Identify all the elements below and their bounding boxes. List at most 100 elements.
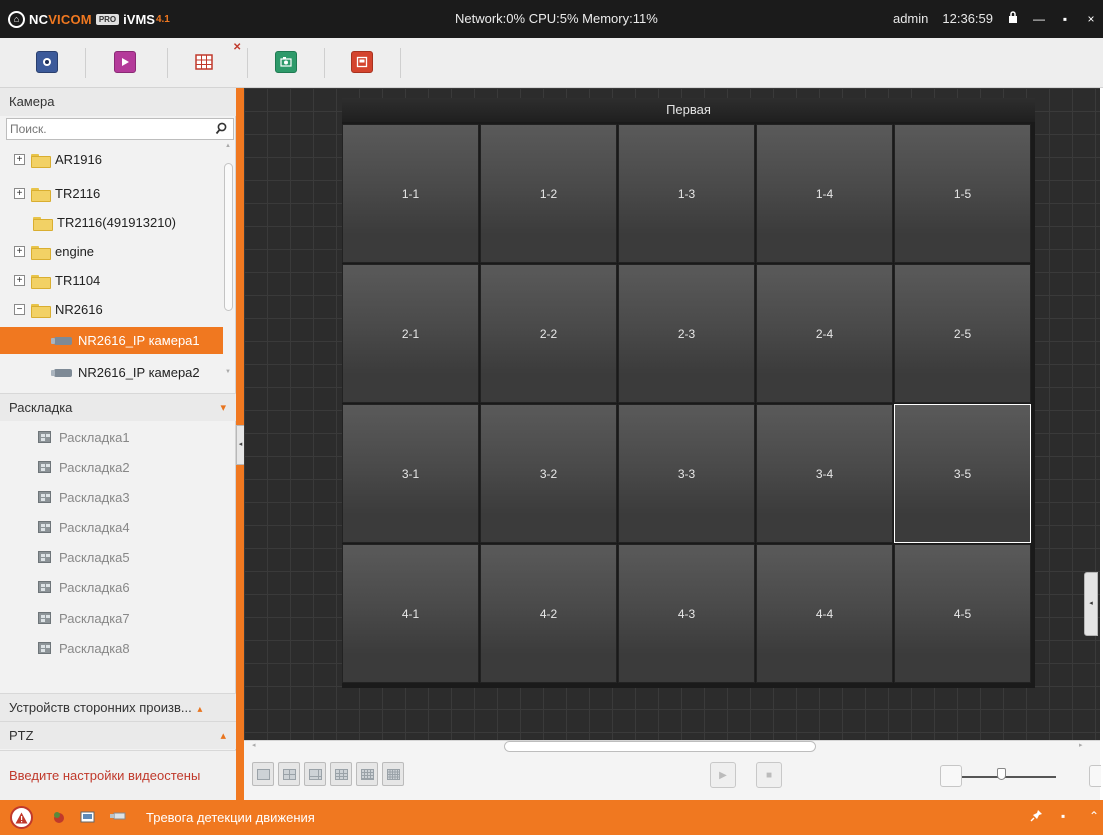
lock-icon[interactable] [1007,11,1019,26]
main-view-icon[interactable] [36,51,58,73]
restore-window-icon[interactable]: ▪ [1061,809,1065,823]
folder-icon [31,274,51,289]
tree-item-tr1104[interactable]: + TR1104 [0,267,220,294]
wall-cell-3-5[interactable]: 3-5 [894,404,1031,543]
wall-cell-3-2[interactable]: 3-2 [480,404,617,543]
expand-right-panel-icon[interactable]: ◂ [1084,572,1098,636]
tree-item-nr2616-ip-camera1[interactable]: NR2616_IP камера1 [0,327,223,354]
tree-scroll-thumb[interactable] [224,163,233,311]
wall-grid: 1-1 1-2 1-3 1-4 1-5 2-1 2-2 2-3 2-4 2-5 3-1 3-2 3-3 3… [342,124,1035,686]
split-16-icon[interactable] [356,762,378,786]
expand-icon[interactable]: + [14,188,25,199]
stop-button[interactable]: ■ [756,762,782,788]
video-wall-settings-button[interactable]: Введите настройки видеостены [0,750,236,800]
pin-icon[interactable] [1030,809,1043,825]
expand-icon[interactable]: + [14,154,25,165]
wall-cell-4-1[interactable]: 4-1 [342,544,479,683]
alarm-message[interactable]: Тревога детекции движения [146,810,315,825]
collapse-icon[interactable]: − [14,304,25,315]
video-wall-icon[interactable] [193,51,215,73]
split-1-icon[interactable] [252,762,274,786]
layout-section-header[interactable]: Раскладка ▾ [0,393,236,421]
playback-icon[interactable] [114,51,136,73]
alarm-sound-icon[interactable] [52,810,66,824]
minimize-icon[interactable]: — [1033,12,1045,26]
tree-item-nr2616-ip-camera2[interactable]: NR2616_IP камера2 [0,359,220,386]
layout-item-1[interactable]: Раскладка1 [38,424,130,450]
wall-cell-1-3[interactable]: 1-3 [618,124,755,263]
wall-cell-1-1[interactable]: 1-1 [342,124,479,263]
layout-icon [38,461,51,473]
tree-item-engine[interactable]: + engine [0,238,220,265]
horizontal-scrollbar[interactable]: ◂ ▸ [244,740,1100,752]
log-search-icon[interactable] [351,51,373,73]
alarm-popup-icon[interactable] [80,810,95,824]
expand-up-icon[interactable]: ⌃ [1089,809,1099,823]
event-management-icon[interactable] [275,51,297,73]
wall-cell-4-3[interactable]: 4-3 [618,544,755,683]
expand-icon[interactable]: + [14,246,25,257]
wall-cell-1-4[interactable]: 1-4 [756,124,893,263]
wall-cell-2-3[interactable]: 2-3 [618,264,755,403]
wall-cell-2-2[interactable]: 2-2 [480,264,617,403]
search-box [6,118,234,140]
wall-cell-3-4[interactable]: 3-4 [756,404,893,543]
chevron-up-icon[interactable]: ▴ [197,704,202,715]
split-9-icon[interactable] [330,762,352,786]
split-25-icon[interactable] [382,762,404,786]
layout-icon [38,431,51,443]
layout-icon [38,642,51,654]
camera-section-header[interactable]: Камера [0,88,236,116]
title-bar: ⌂ NCVICOM PRO iVMS 4.1 Network:0% CPU:5%… [0,0,1103,38]
layout-item-6[interactable]: Раскладка6 [38,574,130,600]
ptz-section-header[interactable]: PTZ ▴ [0,721,236,749]
wall-cell-2-4[interactable]: 2-4 [756,264,893,403]
layout-item-7[interactable]: Раскладка7 [38,605,130,631]
search-icon[interactable] [215,122,228,138]
wall-cell-4-2[interactable]: 4-2 [480,544,617,683]
layout-item-3[interactable]: Раскладка3 [38,484,130,510]
horizontal-scroll-thumb[interactable] [504,741,816,752]
layout-icon [38,491,51,503]
zoom-in-button[interactable] [1089,765,1101,787]
play-button[interactable]: ▶ [710,762,736,788]
chevron-up-icon[interactable]: ▴ [220,722,226,750]
tree-item-ar1916[interactable]: + AR1916 [0,146,220,173]
split-6-icon[interactable] [304,762,326,786]
maximize-icon[interactable]: ▪ [1059,12,1071,26]
zoom-slider-track[interactable] [962,776,1056,778]
close-tab-icon[interactable]: ✕ [233,42,241,53]
zoom-slider-handle[interactable] [997,768,1006,780]
tree-item-tr2116-491913210[interactable]: TR2116(491913210) [0,209,220,236]
wall-cell-3-1[interactable]: 3-1 [342,404,479,543]
layout-item-2[interactable]: Раскладка2 [38,454,130,480]
zoom-out-button[interactable] [940,765,962,787]
layout-item-5[interactable]: Раскладка5 [38,544,130,570]
wall-cell-4-5[interactable]: 4-5 [894,544,1031,683]
wall-cell-2-1[interactable]: 2-1 [342,264,479,403]
alarm-warning-icon[interactable] [10,806,33,829]
chevron-down-icon[interactable]: ▾ [220,394,226,422]
wall-cell-2-5[interactable]: 2-5 [894,264,1031,403]
layout-icon [38,581,51,593]
logo-pro-badge: PRO [95,13,120,25]
wall-cell-1-2[interactable]: 1-2 [480,124,617,263]
wall-cell-3-3[interactable]: 3-3 [618,404,755,543]
user-name[interactable]: admin [893,11,928,26]
split-4-icon[interactable] [278,762,300,786]
layout-item-4[interactable]: Раскладка4 [38,514,130,540]
search-input[interactable] [7,119,207,139]
motion-detection-icon [110,810,126,824]
video-wall: Первая 1-1 1-2 1-3 1-4 1-5 2-1 2-2 2-3 2-4 2-5 3-1… [342,98,1035,688]
folder-icon [31,245,51,260]
close-icon[interactable]: × [1085,12,1097,26]
logo-brand: NCVICOM [29,11,92,27]
tree-item-nr2616[interactable]: − NR2616 [0,296,220,323]
third-party-section-header[interactable]: Устройств сторонних произв... ▴ [0,693,236,721]
layout-item-8[interactable]: Раскладка8 [38,635,130,661]
tree-scrollbar[interactable]: ▲ ▼ [224,139,233,379]
tree-item-tr2116[interactable]: + TR2116 [0,180,220,207]
wall-cell-1-5[interactable]: 1-5 [894,124,1031,263]
wall-cell-4-4[interactable]: 4-4 [756,544,893,683]
expand-icon[interactable]: + [14,275,25,286]
